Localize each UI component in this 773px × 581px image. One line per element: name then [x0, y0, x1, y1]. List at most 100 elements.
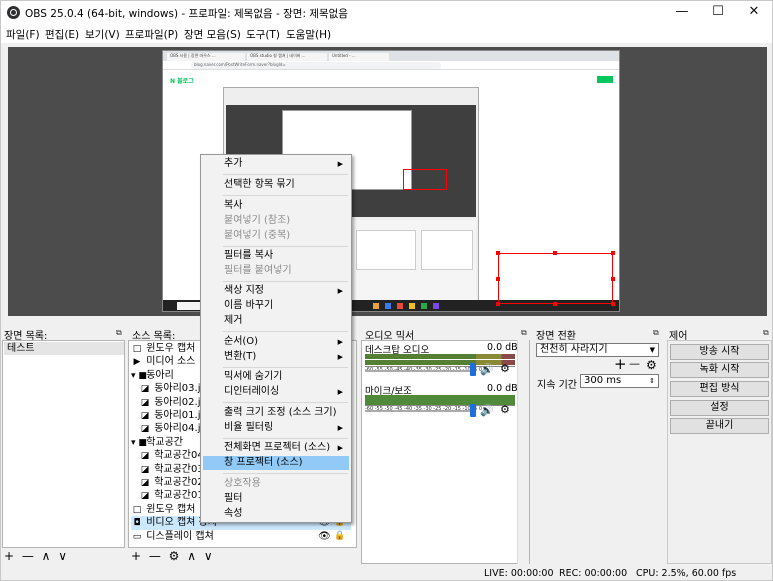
menu-help[interactable]: 도움말(H) — [286, 27, 331, 42]
menu-separator — [223, 174, 348, 175]
gear-icon[interactable]: ⚙ — [646, 358, 657, 372]
float-dock-icon[interactable]: ⧉ — [763, 328, 769, 338]
menu-item-hide-in-mixer[interactable]: 믹서에 숨기기 — [203, 370, 349, 384]
image-icon: ◪ — [140, 397, 150, 408]
window-title: OBS 25.0.4 (64-bit, windows) - 프로파일: 제목없… — [25, 8, 348, 20]
menu-item-paste-filters[interactable]: 필터를 붙여넣기 — [203, 264, 349, 278]
speaker-icon[interactable]: 🔊 — [480, 363, 494, 376]
exit-button[interactable]: 끝내기 — [670, 418, 769, 434]
source-selection-box[interactable] — [403, 169, 447, 190]
menu-item-scale-filtering[interactable]: 비율 필터링 ▶ — [203, 421, 349, 435]
browser-url: blog.naver.com/PostWriteForm.naver?blogI… — [191, 62, 441, 69]
menu-item-fullscreen-projector[interactable]: 전체화면 프로젝터 (소스) ▶ — [203, 441, 349, 455]
start-recording-button[interactable]: 녹화 시작 — [670, 362, 769, 378]
volume-slider-handle[interactable] — [470, 363, 476, 376]
studio-mode-button[interactable]: 편집 방식 — [670, 381, 769, 397]
menu-item-paste-reference[interactable]: 붙여넣기 (참조) — [203, 214, 349, 228]
taskbar-app-icon — [409, 303, 415, 309]
taskbar-folder-icon — [373, 303, 379, 309]
menu-profile[interactable]: 프로파일(P) — [125, 27, 178, 42]
source-selection-box[interactable] — [498, 253, 613, 304]
live-status: LIVE: 00:00:00 — [484, 568, 554, 579]
menu-item-remove[interactable]: 제거 — [203, 314, 349, 328]
gear-icon[interactable]: ⚙ — [500, 403, 510, 416]
resize-handle[interactable] — [496, 277, 500, 281]
taskbar-app-icon — [397, 303, 403, 309]
transition-select[interactable]: 천천히 사라지기 ▼ — [536, 343, 659, 357]
menu-item-deinterlacing[interactable]: 디인터레이싱 ▶ — [203, 385, 349, 399]
close-button[interactable]: ✕ — [736, 1, 772, 25]
maximize-button[interactable]: ☐ — [700, 1, 736, 25]
menu-item-resize-output[interactable]: 출력 크기 조정 (소스 크기) — [203, 406, 349, 420]
resize-handle[interactable] — [496, 251, 500, 255]
menu-item-windowed-projector[interactable]: 창 프로젝터 (소스) — [203, 456, 349, 470]
float-dock-icon[interactable]: ⧉ — [521, 328, 527, 338]
image-icon: ◪ — [140, 478, 150, 488]
float-dock-icon[interactable]: ⧉ — [653, 328, 659, 338]
menu-item-interact[interactable]: 상호작용 — [203, 477, 349, 491]
source-context-menu: 추가 ▶ 선택한 항목 묶기 복사 붙여넣기 (참조) 붙여넣기 (중복) 필터를… — [200, 154, 352, 523]
menu-edit[interactable]: 편집(E) — [45, 27, 79, 42]
resize-handle[interactable] — [611, 251, 615, 255]
window-capture-icon: □ — [132, 344, 142, 354]
title-bar: OBS 25.0.4 (64-bit, windows) - 프로파일: 제목없… — [1, 1, 772, 25]
scenes-list: 테스트 — [2, 340, 125, 548]
start-streaming-button[interactable]: 방송 시작 — [670, 344, 769, 360]
volume-slider-handle[interactable] — [470, 404, 476, 417]
mixer-scrollbar[interactable] — [517, 340, 529, 564]
menu-item-rename[interactable]: 이름 바꾸기 — [203, 299, 349, 313]
image-icon: ◪ — [140, 464, 150, 475]
gear-icon[interactable]: ⚙ — [500, 362, 510, 375]
menu-item-add[interactable]: 추가 ▶ — [203, 157, 349, 171]
duration-label: 지속 기간 — [537, 380, 577, 391]
menu-item-order[interactable]: 순서(O) ▶ — [203, 335, 349, 349]
submenu-arrow-icon: ▶ — [337, 338, 343, 346]
remove-transition-button[interactable]: — — [629, 357, 640, 370]
resize-handle[interactable] — [611, 277, 615, 281]
menu-item-paste-duplicate[interactable]: 붙여넣기 (중복) — [203, 229, 349, 243]
menu-item-filters[interactable]: 필터 — [203, 492, 349, 506]
list-item[interactable]: ▭ 디스플레이 캡쳐 👁 🔒 — [131, 530, 351, 543]
menu-view[interactable]: 보기(V) — [85, 27, 120, 42]
float-dock-icon[interactable]: ⧉ — [116, 328, 122, 338]
volume-meter — [365, 354, 515, 359]
minimize-button[interactable]: — — [664, 1, 700, 25]
menu-separator — [223, 367, 348, 368]
volume-slider[interactable] — [365, 410, 475, 412]
taskbar-app-icon — [433, 303, 439, 309]
resize-handle[interactable] — [496, 302, 500, 306]
menu-scene-collection[interactable]: 장면 모음(S) — [184, 27, 241, 42]
resize-handle[interactable] — [611, 302, 615, 306]
group-folder-icon: ▾ ■ — [131, 437, 147, 448]
menu-tools[interactable]: 도구(T) — [246, 27, 280, 42]
menu-item-copy-filters[interactable]: 필터를 복사 — [203, 249, 349, 263]
scene-item[interactable]: 테스트 — [4, 342, 124, 355]
menu-separator — [223, 331, 348, 332]
sources-toolbar[interactable]: + — ⚙ ∧ ∨ — [131, 549, 215, 563]
menu-item-copy[interactable]: 복사 — [203, 199, 349, 213]
taskbar-edge-icon — [385, 303, 391, 309]
browser-tab-strip: OBS 사용 | 장면 마우스 ... OBS studio 창 캡쳐 | 네이… — [163, 51, 619, 61]
lock-icon[interactable]: 🔒 — [334, 530, 345, 543]
cpu-status: CPU: 2.5%, 60.00 fps — [636, 568, 737, 579]
menu-item-group-selected[interactable]: 선택한 항목 묶기 — [203, 178, 349, 192]
preview-canvas[interactable]: OBS 사용 | 장면 마우스 ... OBS studio 창 캡쳐 | 네이… — [8, 47, 767, 316]
volume-slider[interactable] — [365, 370, 475, 372]
submenu-arrow-icon: ▶ — [337, 353, 343, 361]
transitions-dock-title: 장면 전환 — [536, 331, 576, 342]
visibility-eye-icon[interactable]: 👁 — [318, 530, 331, 543]
add-transition-button[interactable]: + — [614, 355, 627, 373]
resize-handle[interactable] — [553, 251, 557, 255]
controls-dock-title: 제어 — [669, 331, 688, 342]
menu-item-transform[interactable]: 변환(T) ▶ — [203, 350, 349, 364]
menu-file[interactable]: 파일(F) — [6, 27, 40, 42]
settings-button[interactable]: 설정 — [670, 400, 769, 416]
nested-transition-dock — [356, 230, 416, 270]
duration-spinbox[interactable]: 300 ms ⇕ — [580, 374, 659, 388]
speaker-icon[interactable]: 🔊 — [480, 404, 494, 417]
menu-item-set-color[interactable]: 색상 지정 ▶ — [203, 284, 349, 298]
menu-item-properties[interactable]: 속성 — [203, 507, 349, 521]
resize-handle[interactable] — [553, 302, 557, 306]
scenes-toolbar[interactable]: + — ∧ ∨ — [4, 549, 69, 563]
media-source-icon: ▶ — [133, 357, 141, 368]
